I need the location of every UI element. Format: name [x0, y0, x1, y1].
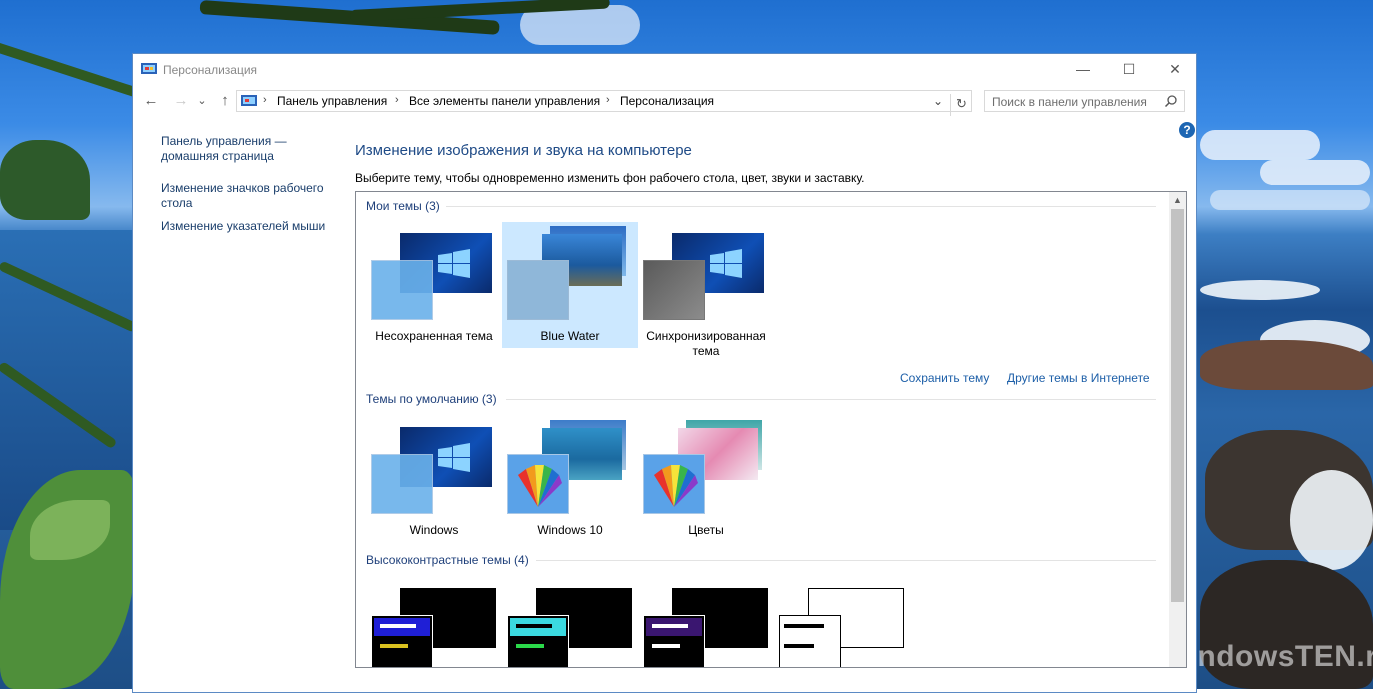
navigation-bar: ← → ⌄ ↑ › Панель управления › Все элемен… [133, 87, 1196, 117]
theme-high-contrast-2[interactable] [502, 577, 638, 667]
theme-label: Windows [409, 523, 459, 537]
theme-color-swatch [371, 615, 433, 667]
rock [1200, 340, 1373, 390]
page-description: Выберите тему, чтобы одновременно измени… [355, 171, 865, 185]
theme-color-swatch [643, 615, 705, 667]
color-fan-icon [518, 465, 562, 507]
title-bar[interactable]: Персонализация — ☐ ✕ [133, 54, 1196, 85]
back-button[interactable]: ← [141, 91, 161, 111]
breadcrumb-personalization[interactable]: Персонализация [620, 94, 714, 108]
cloud [1200, 130, 1320, 160]
vertical-scrollbar[interactable]: ▲ [1169, 192, 1186, 667]
hc-bar [516, 624, 552, 628]
hc-bar [652, 624, 688, 628]
hc-bar [380, 644, 408, 648]
theme-windows[interactable]: Windows [366, 416, 502, 542]
group-header-default-themes: Темы по умолчанию (3) [366, 392, 497, 406]
theme-high-contrast-3[interactable] [638, 577, 774, 667]
breadcrumb-all-items[interactable]: Все элементы панели управления [409, 94, 600, 108]
cloud [1260, 160, 1370, 185]
personalization-window: Персонализация — ☐ ✕ ← → ⌄ ↑ › Панель уп… [132, 53, 1197, 693]
group-divider [536, 560, 1156, 561]
theme-label: Цветы [688, 523, 724, 537]
color-fan-icon [654, 465, 698, 507]
theme-label: Синхронизированная тема [646, 329, 766, 358]
wave-foam [1200, 280, 1320, 300]
refresh-button[interactable]: ↻ [950, 94, 972, 116]
address-bar[interactable]: › Панель управления › Все элементы панел… [236, 90, 972, 116]
themes-list: Мои темы (3) Несохраненная тема Blue Wat… [355, 191, 1187, 668]
more-themes-online-link[interactable]: Другие темы в Интернете [1007, 371, 1150, 385]
theme-high-contrast-white[interactable] [774, 577, 910, 667]
palm-frond [0, 40, 144, 100]
theme-blue-water[interactable]: Blue Water [502, 222, 638, 348]
scrollbar-thumb[interactable] [1171, 209, 1184, 602]
minimize-button[interactable]: — [1060, 54, 1106, 84]
hc-bar [380, 624, 416, 628]
group-header-high-contrast: Высококонтрастные темы (4) [366, 553, 529, 567]
help-button[interactable]: ? [1179, 122, 1195, 138]
theme-flowers[interactable]: Цветы [638, 416, 774, 542]
theme-color-swatch [507, 615, 569, 667]
theme-color-swatch [371, 260, 433, 320]
address-dropdown-button[interactable]: ⌄ [933, 94, 943, 108]
cloud [1210, 190, 1370, 210]
breadcrumb-separator[interactable]: › [395, 94, 399, 106]
theme-windows-10[interactable]: Windows 10 [502, 416, 638, 542]
theme-label: Windows 10 [537, 523, 603, 537]
sidebar: Панель управления — домашняя страница Из… [161, 134, 336, 251]
scroll-up-arrow-icon[interactable]: ▲ [1169, 192, 1186, 209]
breadcrumb-control-panel[interactable]: Панель управления [277, 94, 387, 108]
search-box[interactable] [984, 90, 1185, 113]
hc-bar [652, 644, 680, 648]
theme-color-swatch [779, 615, 841, 667]
hc-bar [784, 644, 814, 648]
control-panel-icon [241, 95, 257, 106]
theme-color-swatch [371, 454, 433, 514]
save-theme-link[interactable]: Сохранить тему [900, 371, 989, 385]
search-input[interactable] [985, 91, 1164, 113]
up-button[interactable]: ↑ [215, 91, 235, 111]
sidebar-item-mouse-pointers[interactable]: Изменение указателей мыши [161, 219, 336, 234]
theme-unsaved[interactable]: Несохраненная тема [366, 222, 502, 348]
control-panel-icon [141, 63, 157, 74]
theme-high-contrast-1[interactable] [366, 577, 502, 667]
group-divider [506, 399, 1156, 400]
search-icon[interactable] [1164, 94, 1178, 108]
breadcrumb-separator[interactable]: › [606, 94, 610, 106]
theme-label: Blue Water [540, 329, 600, 343]
theme-color-swatch [507, 454, 569, 514]
theme-label: Несохраненная тема [375, 329, 493, 343]
wave-foam [1290, 470, 1373, 570]
page-title: Изменение изображения и звука на компьют… [355, 142, 692, 159]
maximize-button[interactable]: ☐ [1106, 54, 1152, 84]
sidebar-item-home[interactable]: Панель управления — домашняя страница [161, 134, 336, 164]
group-header-my-themes: Мои темы (3) [366, 199, 440, 213]
window-title: Персонализация [163, 63, 258, 77]
hc-bar [784, 624, 824, 628]
recent-locations-button[interactable]: ⌄ [195, 91, 209, 111]
cliff [0, 140, 90, 220]
group-divider [446, 206, 1156, 207]
close-button[interactable]: ✕ [1152, 54, 1198, 84]
theme-synced[interactable]: Синхронизированная тема [638, 222, 774, 358]
theme-color-swatch [507, 260, 569, 320]
forward-button[interactable]: → [171, 91, 191, 111]
theme-color-swatch [643, 260, 705, 320]
breadcrumb-separator[interactable]: › [263, 94, 267, 106]
hc-bar [516, 644, 544, 648]
sidebar-item-desktop-icons[interactable]: Изменение значков рабочего стола [161, 181, 336, 211]
theme-color-swatch [643, 454, 705, 514]
